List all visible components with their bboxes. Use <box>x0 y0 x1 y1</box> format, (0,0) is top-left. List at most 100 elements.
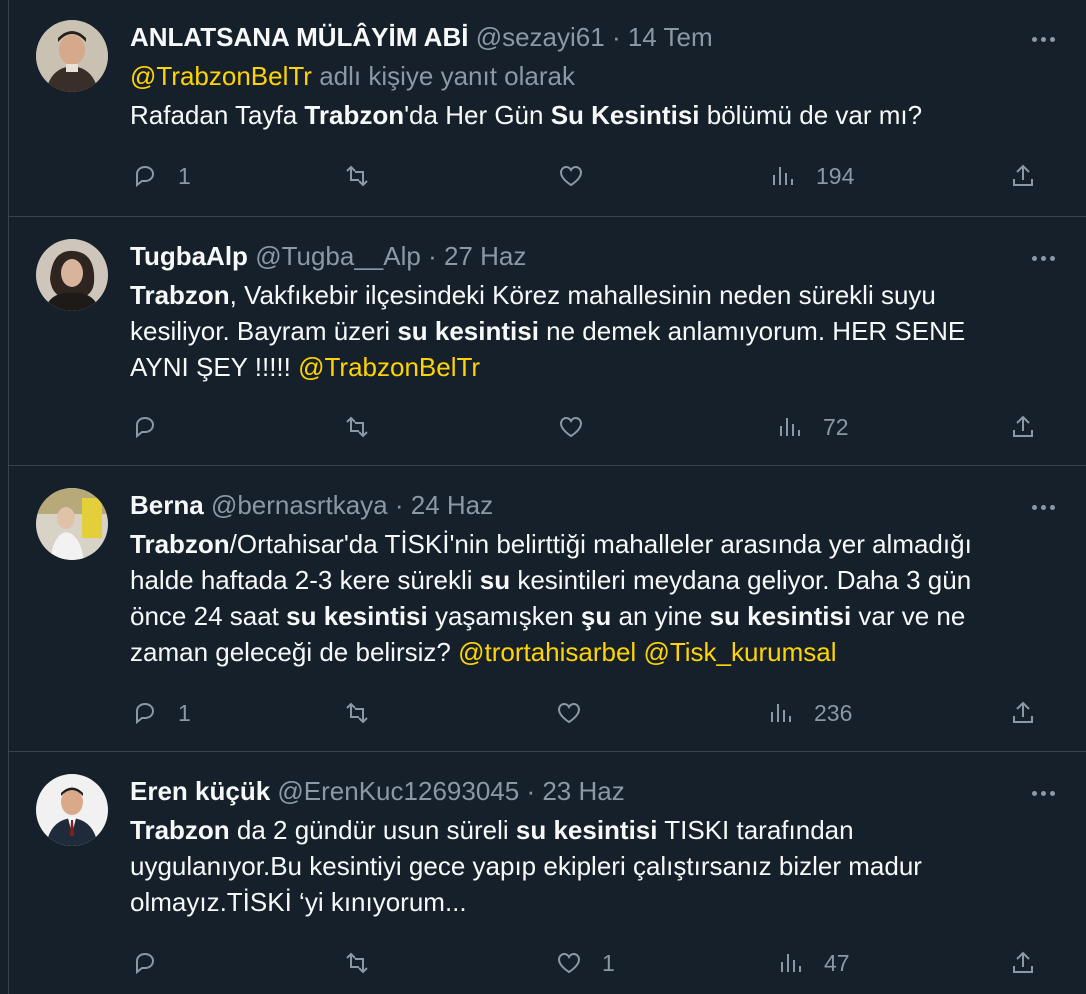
heart-icon <box>559 416 583 438</box>
tweet[interactable]: ANLATSANA MÜLÂYİM ABİ @sezayi61 · 14 Tem… <box>8 0 1086 217</box>
reply-button[interactable]: 1 <box>130 693 191 733</box>
tweet-date[interactable]: · 24 Haz <box>395 490 493 520</box>
author-name[interactable]: TugbaAlp <box>130 241 248 271</box>
retweet-button[interactable] <box>342 943 390 983</box>
tweet-date[interactable]: · 27 Haz <box>428 241 526 271</box>
highlighted-text: şu <box>580 601 612 631</box>
tweet-text: Rafadan Tayfa Trabzon'da Her Gün Su Kesi… <box>130 97 1066 133</box>
author-name[interactable]: Eren küçük <box>130 776 270 806</box>
views-icon <box>773 167 793 185</box>
reply-icon <box>136 952 155 975</box>
more-icon[interactable] <box>1028 24 1058 54</box>
share-button[interactable] <box>1008 693 1038 733</box>
share-button[interactable] <box>1008 407 1038 447</box>
reply-button[interactable]: 1 <box>130 156 191 196</box>
view-count: 72 <box>823 413 849 440</box>
views-button[interactable]: 47 <box>776 943 850 983</box>
highlighted-text: Trabzon <box>130 280 230 310</box>
author-handle[interactable]: @sezayi61 <box>476 22 605 52</box>
tweet[interactable]: Eren küçük @ErenKuc12693045 · 23 Haz Tra… <box>8 752 1086 994</box>
retweet-button[interactable] <box>342 156 390 196</box>
share-icon <box>1013 164 1033 186</box>
more-icon[interactable] <box>1028 778 1058 808</box>
retweet-icon <box>346 416 368 438</box>
tweet-text: Trabzon da 2 gündür usun süreli su kesin… <box>130 812 990 920</box>
retweet-icon <box>346 165 368 187</box>
avatar[interactable] <box>36 774 108 846</box>
tweet-text: Trabzon, Vakfıkebir ilçesindeki Körez ma… <box>130 277 1010 385</box>
avatar[interactable] <box>36 488 108 560</box>
highlighted-text: Trabzon <box>304 100 405 130</box>
like-button[interactable] <box>556 407 604 447</box>
text-segment: yaşamışken <box>427 601 581 631</box>
share-button[interactable] <box>1008 943 1038 983</box>
text-segment: Rafadan Tayfa <box>130 100 305 130</box>
reply-button[interactable] <box>130 943 178 983</box>
retweet-button[interactable] <box>342 407 390 447</box>
heart-icon <box>559 165 583 187</box>
highlighted-text: su kesintisi <box>515 815 658 845</box>
highlighted-text: Trabzon <box>130 529 230 559</box>
reply-context: @TrabzonBelTr adlı kişiye yanıt olarak <box>130 59 1066 93</box>
text-segment: 'da Her Gün <box>404 100 551 130</box>
mention-link[interactable]: @TrabzonBelTr <box>298 352 480 382</box>
like-button[interactable] <box>556 156 604 196</box>
highlighted-text: Trabzon <box>130 815 230 845</box>
tweet-date[interactable]: · 14 Tem <box>612 22 713 52</box>
views-button[interactable]: 194 <box>768 156 854 196</box>
reply-context-text: adlı kişiye yanıt olarak <box>311 61 575 91</box>
reply-button[interactable] <box>130 407 178 447</box>
views-button[interactable]: 236 <box>766 693 852 733</box>
tweet-actions: 72 <box>130 407 1046 447</box>
share-icon <box>1013 415 1033 437</box>
heart-icon <box>557 952 581 974</box>
highlighted-text: su <box>479 565 511 595</box>
more-icon[interactable] <box>1028 243 1058 273</box>
author-handle[interactable]: @Tugba__Alp <box>255 241 421 271</box>
retweet-button[interactable] <box>342 693 390 733</box>
heart-icon <box>557 702 581 724</box>
author-handle[interactable]: @ErenKuc12693045 <box>277 776 519 806</box>
reply-icon <box>136 165 155 188</box>
reply-icon <box>136 416 155 439</box>
views-icon <box>771 704 791 722</box>
views-icon <box>781 954 801 972</box>
tweet-actions: 1 236 <box>130 693 1046 733</box>
tweet[interactable]: Berna @bernasrtkaya · 24 Haz Trabzon/Ort… <box>8 466 1086 752</box>
highlighted-text: Su Kesintisi <box>550 100 700 130</box>
avatar[interactable] <box>36 239 108 311</box>
like-count: 1 <box>602 949 615 976</box>
views-icon <box>780 418 800 436</box>
mention-link[interactable]: @trortahisarbel <box>458 637 636 667</box>
view-count: 194 <box>816 162 855 189</box>
highlighted-text: su kesintisi <box>286 601 428 631</box>
share-icon <box>1013 951 1033 973</box>
avatar[interactable] <box>36 20 108 92</box>
retweet-icon <box>346 702 368 724</box>
tweet-actions: 1 47 <box>130 943 1046 983</box>
views-button[interactable]: 72 <box>775 407 849 447</box>
text-segment: da 2 gündür usun süreli <box>229 815 516 845</box>
highlighted-text: su kesintisi <box>397 316 539 346</box>
mention-link[interactable]: @Tisk_kurumsal <box>643 637 836 667</box>
reply-count: 1 <box>178 162 191 189</box>
more-icon[interactable] <box>1028 492 1058 522</box>
retweet-icon <box>346 952 368 974</box>
tweet[interactable]: TugbaAlp @Tugba__Alp · 27 Haz Trabzon, V… <box>8 217 1086 466</box>
text-segment: an yine <box>611 601 710 631</box>
reply-icon <box>136 702 155 725</box>
author-name[interactable]: Berna <box>130 490 204 520</box>
share-button[interactable] <box>1008 156 1038 196</box>
tweet-actions: 1 194 <box>130 156 1046 196</box>
author-name[interactable]: ANLATSANA MÜLÂYİM ABİ <box>130 22 468 52</box>
highlighted-text: su kesintisi <box>709 601 852 631</box>
like-button[interactable] <box>554 693 602 733</box>
tweet-date[interactable]: · 23 Haz <box>526 776 624 806</box>
like-button[interactable]: 1 <box>554 943 615 983</box>
reply-mention-link[interactable]: @TrabzonBelTr <box>130 61 312 91</box>
reply-count: 1 <box>178 699 191 726</box>
author-handle[interactable]: @bernasrtkaya <box>211 490 388 520</box>
text-segment: bölümü de var mı? <box>699 100 923 130</box>
view-count: 236 <box>814 699 853 726</box>
timeline: ANLATSANA MÜLÂYİM ABİ @sezayi61 · 14 Tem… <box>0 0 1086 994</box>
